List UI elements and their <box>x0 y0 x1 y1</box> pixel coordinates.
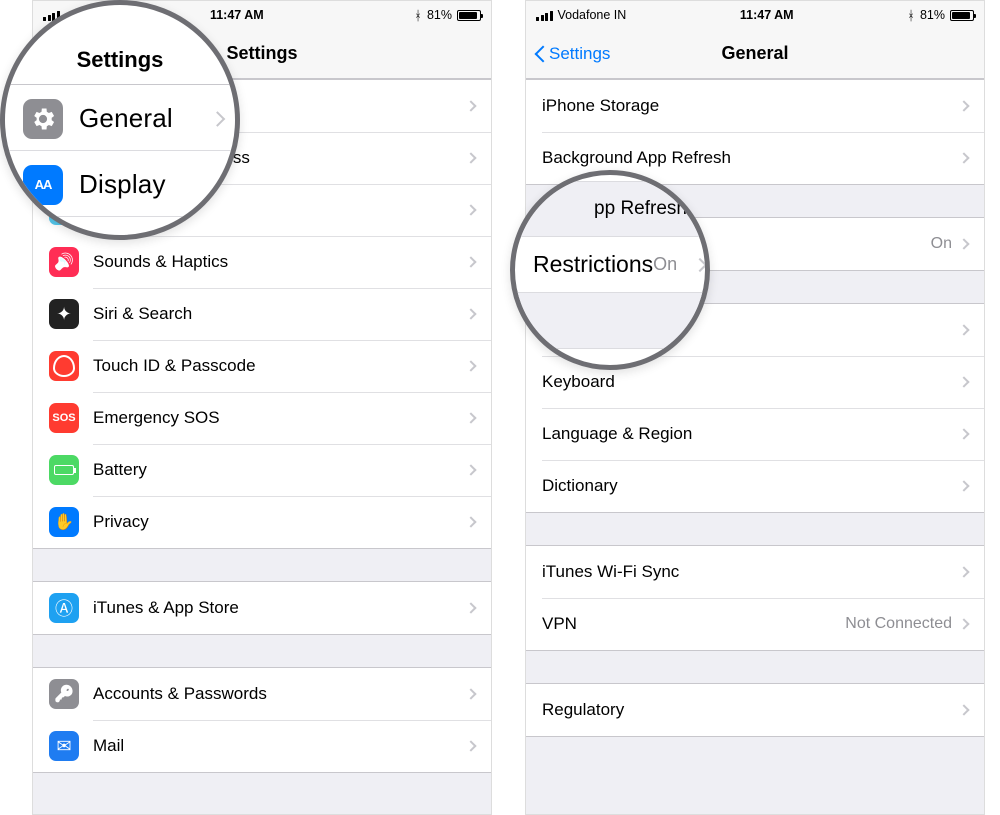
mag-value: On <box>653 254 677 275</box>
bluetooth-icon: ᚼ <box>414 9 422 22</box>
row-touchid[interactable]: Touch ID & Passcode <box>33 340 491 392</box>
chevron-right-icon <box>465 412 476 423</box>
chevron-left-icon <box>534 44 546 64</box>
row-regulatory[interactable]: Regulatory <box>526 684 984 736</box>
chevron-right-icon <box>210 111 226 127</box>
chevron-right-icon <box>465 152 476 163</box>
row-accounts[interactable]: Accounts & Passwords <box>33 668 491 720</box>
chevron-right-icon <box>465 256 476 267</box>
row-langregion[interactable]: Language & Region <box>526 408 984 460</box>
phone-general: Vodafone IN 11:47 AM ᚼ 81% Settings Gene… <box>525 0 985 815</box>
row-siri[interactable]: Siri & Search <box>33 288 491 340</box>
spark-icon <box>49 299 79 329</box>
page-title: Settings <box>226 43 297 64</box>
batt-icon <box>49 455 79 485</box>
battery-icon <box>950 10 974 21</box>
battery-percent: 81% <box>920 8 945 22</box>
row-storage[interactable]: iPhone Storage <box>526 80 984 132</box>
row-mail[interactable]: Mail <box>33 720 491 772</box>
row-label: Sounds & Haptics <box>93 252 467 272</box>
chevron-right-icon <box>465 360 476 371</box>
row-label: Touch ID & Passcode <box>93 356 467 376</box>
row-dictionary[interactable]: Dictionary <box>526 460 984 512</box>
chevron-right-icon <box>958 480 969 491</box>
chevron-right-icon <box>958 152 969 163</box>
row-battery[interactable]: Battery <box>33 444 491 496</box>
status-time: 11:47 AM <box>210 8 264 22</box>
chevron-right-icon <box>465 516 476 527</box>
back-button[interactable]: Settings <box>534 29 610 78</box>
chevron-right-icon <box>465 602 476 613</box>
row-privacy[interactable]: Privacy <box>33 496 491 548</box>
row-label: Dictionary <box>542 476 960 496</box>
key-icon <box>49 679 79 709</box>
row-value: Not Connected <box>845 615 952 633</box>
chevron-right-icon <box>958 376 969 387</box>
mag-label: Display <box>79 169 166 200</box>
mail-icon <box>49 731 79 761</box>
row-label: iTunes & App Store <box>93 598 467 618</box>
finger-icon <box>49 351 79 381</box>
row-label: Battery <box>93 460 467 480</box>
mag-row-restrictions[interactable]: Restrictions On <box>515 237 705 293</box>
hand-icon <box>49 507 79 537</box>
navbar-general: Settings General <box>526 29 984 79</box>
chevron-right-icon <box>958 100 969 111</box>
bluetooth-icon: ᚼ <box>907 9 915 22</box>
chevron-right-icon <box>465 464 476 475</box>
signal-icon <box>536 10 553 21</box>
row-label: Accounts & Passwords <box>93 684 467 704</box>
mag-upper-row: pp Refresh <box>515 181 705 237</box>
back-label: Settings <box>549 44 610 64</box>
mag-label: General <box>79 103 173 134</box>
row-value: On <box>931 235 952 253</box>
chevron-right-icon <box>465 204 476 215</box>
row-label: Emergency SOS <box>93 408 467 428</box>
carrier-name: Vodafone IN <box>558 8 627 22</box>
row-label: Keyboard <box>542 372 960 392</box>
chevron-right-icon <box>958 618 969 629</box>
battery-icon <box>457 10 481 21</box>
mag-gap <box>515 293 705 349</box>
row-label: Mail <box>93 736 467 756</box>
row-sos[interactable]: SOS Emergency SOS <box>33 392 491 444</box>
row-vpn[interactable]: VPNNot Connected <box>526 598 984 650</box>
chevron-right-icon <box>465 688 476 699</box>
chevron-right-icon <box>958 324 969 335</box>
status-bar: Vodafone IN 11:47 AM ᚼ 81% <box>526 1 984 29</box>
row-label: Regulatory <box>542 700 960 720</box>
chevron-right-icon <box>465 100 476 111</box>
row-label: Siri & Search <box>93 304 467 324</box>
chevron-right-icon <box>958 566 969 577</box>
row-label: Background App Refresh <box>542 148 960 168</box>
chevron-right-icon <box>958 428 969 439</box>
mag-row-general[interactable]: General <box>5 87 235 151</box>
row-sounds[interactable]: Sounds & Haptics <box>33 236 491 288</box>
row-label: Privacy <box>93 512 467 532</box>
magnifier-general: Settings General AA Display <box>0 0 240 240</box>
magnifier-restrictions: pp Refresh Restrictions On <box>510 170 710 370</box>
row-label: VPN <box>542 614 845 634</box>
store-icon <box>49 593 79 623</box>
battery-percent: 81% <box>427 8 452 22</box>
gear-icon <box>23 99 63 139</box>
display-icon: AA <box>23 165 63 205</box>
mag-title: Settings <box>77 47 164 73</box>
chevron-right-icon <box>465 308 476 319</box>
chevron-right-icon <box>465 740 476 751</box>
mag-row-display[interactable]: AA Display <box>5 153 235 217</box>
row-label: iTunes Wi-Fi Sync <box>542 562 960 582</box>
row-label: iPhone Storage <box>542 96 960 116</box>
mag-label: Restrictions <box>533 251 653 278</box>
chevron-right-icon <box>958 704 969 715</box>
vol-icon <box>49 247 79 277</box>
row-wifisync[interactable]: iTunes Wi-Fi Sync <box>526 546 984 598</box>
chevron-right-icon <box>693 257 707 271</box>
row-label: Language & Region <box>542 424 960 444</box>
row-itunes[interactable]: iTunes & App Store <box>33 582 491 634</box>
sos-icon: SOS <box>49 403 79 433</box>
chevron-right-icon <box>958 238 969 249</box>
page-title: General <box>721 43 788 64</box>
status-time: 11:47 AM <box>740 8 794 22</box>
